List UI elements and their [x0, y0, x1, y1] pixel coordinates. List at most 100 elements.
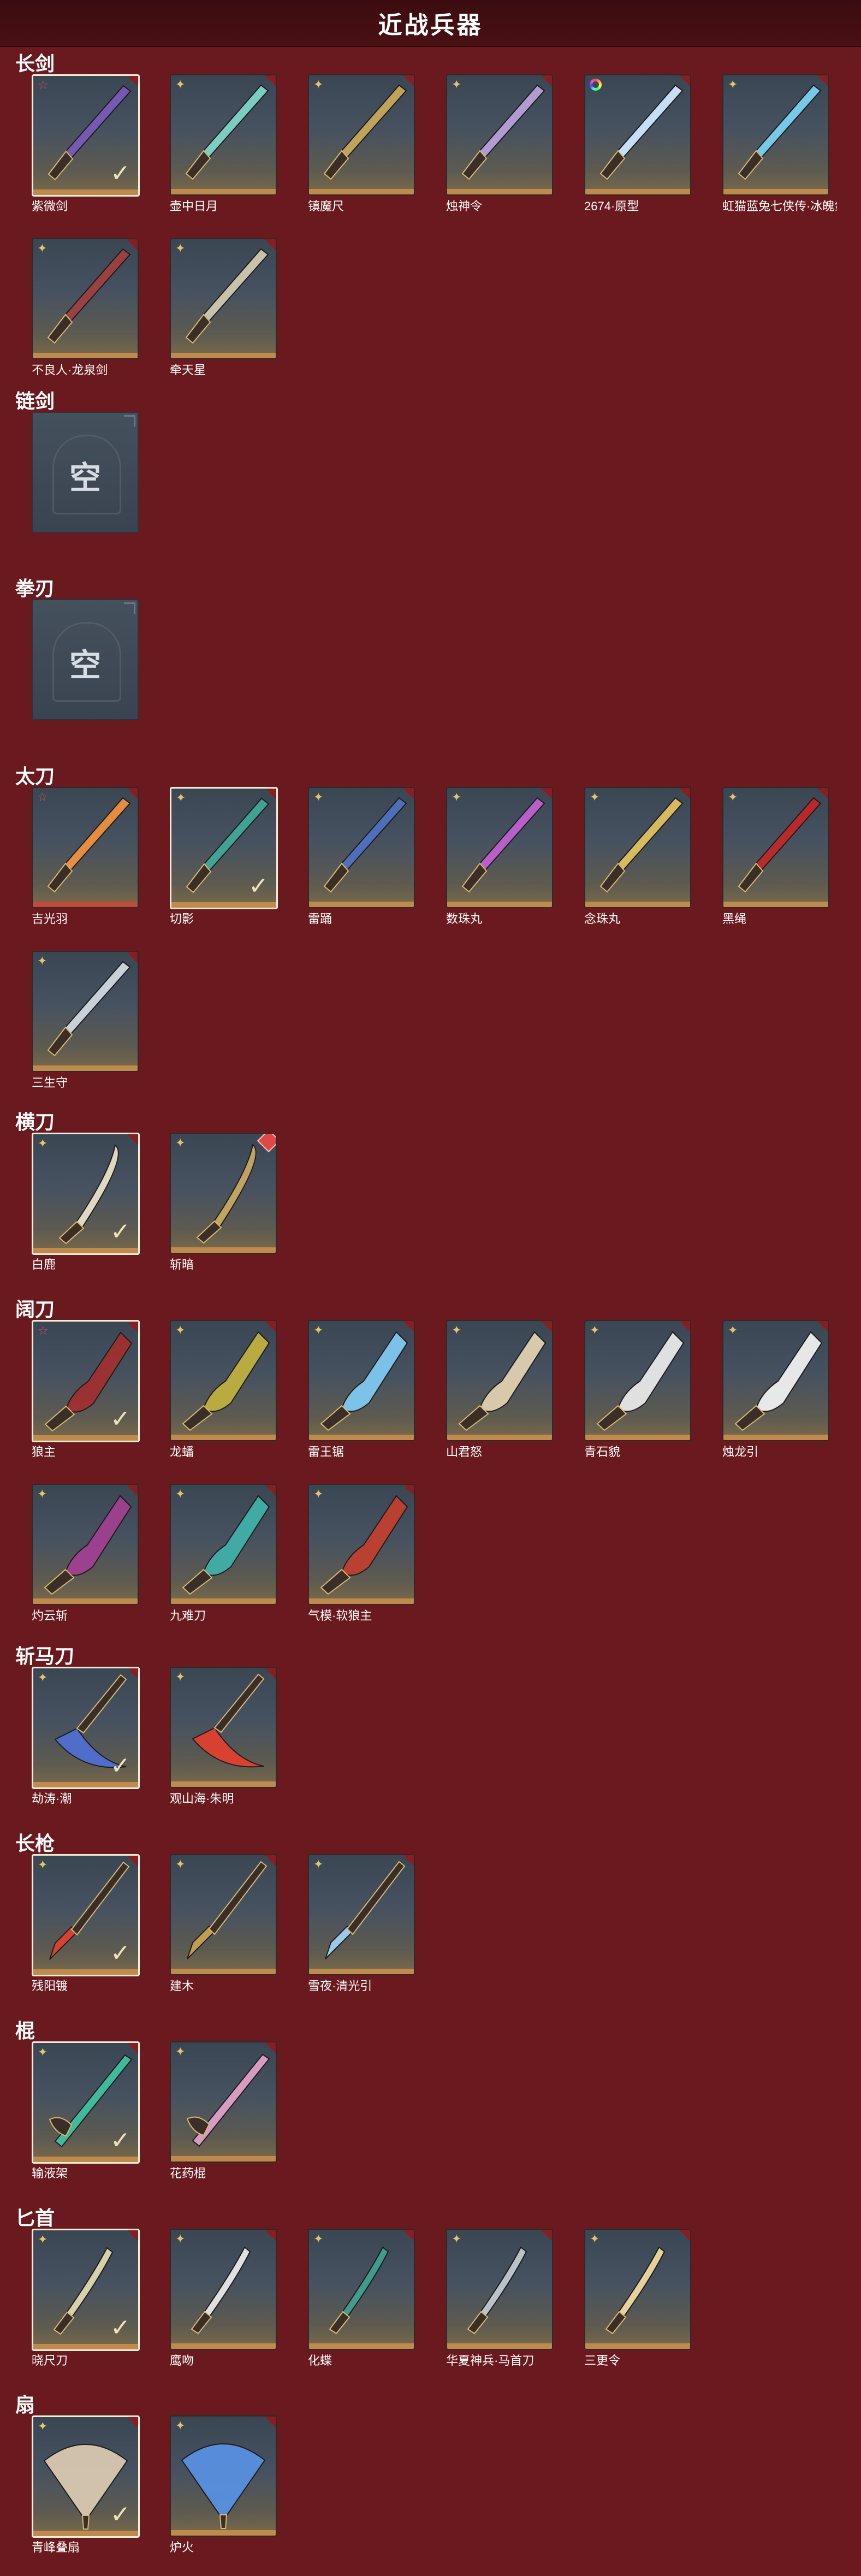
weapon-item[interactable]: ✦ ✓ 白鹿	[32, 1133, 140, 1275]
empty-slot[interactable]: 空	[32, 412, 139, 533]
weapon-card[interactable]: ✦	[170, 1484, 277, 1605]
weapon-card[interactable]: ✦	[446, 787, 553, 908]
weapon-card[interactable]: ✦	[308, 787, 415, 908]
weapon-card[interactable]: ✦	[170, 74, 277, 196]
weapon-item[interactable]: ✦ ✓ 晓尺刀	[32, 2229, 140, 2371]
corner-tab-icon	[817, 1321, 828, 1332]
weapon-item[interactable]: ✦ 龙蟠	[170, 1320, 277, 1462]
weapon-item[interactable]: ✦ 气模·软狼主	[308, 1484, 415, 1626]
weapon-card[interactable]: ✦ ✓	[32, 2041, 140, 2164]
gold-four-point-star-icon: ✦	[175, 241, 186, 255]
weapon-card[interactable]: ✦	[722, 1320, 829, 1441]
weapon-item[interactable]: ✦ 三更令	[584, 2229, 691, 2371]
rarity-bar	[447, 189, 552, 194]
category-title: 阔刀	[15, 1298, 55, 1320]
weapon-card[interactable]: ✦ ✓	[170, 787, 278, 909]
red-star-icon: ☆	[38, 1324, 49, 1337]
weapon-item[interactable]: ☆ ✓ 紫微剑	[32, 74, 140, 216]
weapon-item[interactable]: ✦ 华夏神兵·马首刀	[446, 2229, 553, 2371]
weapon-card[interactable]: ✦ ✓	[32, 1133, 140, 1255]
weapon-item[interactable]: ✦ 鹰吻	[170, 2229, 277, 2371]
weapon-card[interactable]: ✦	[170, 2041, 277, 2163]
weapon-card[interactable]: ✦ ✓	[32, 1667, 140, 1789]
weapon-card[interactable]: ✦	[308, 2229, 415, 2350]
weapon-card[interactable]: ✦	[584, 1320, 691, 1441]
weapon-card[interactable]: ✦	[722, 74, 829, 196]
weapon-item[interactable]: ✦ 炉火	[170, 2415, 277, 2557]
gold-four-point-star-icon: ✦	[38, 2045, 48, 2059]
weapon-item[interactable]: ✦ 青石貌	[584, 1320, 691, 1462]
weapon-item[interactable]: ✦ 雷踊	[308, 787, 415, 929]
weapon-card[interactable]: ✦	[170, 2415, 277, 2537]
weapon-card[interactable]: ✦	[170, 1320, 277, 1441]
weapon-item[interactable]: ✦ 雷王锯	[308, 1320, 415, 1462]
weapon-item[interactable]: ✦ 观山海·朱明	[170, 1667, 277, 1809]
weapon-item[interactable]: ☆ ✓ 狼主	[32, 1320, 140, 1462]
gold-four-point-star-icon: ✦	[175, 2045, 186, 2058]
weapon-card[interactable]: ✦	[308, 1484, 415, 1605]
weapon-card[interactable]: ☆ ✓	[32, 74, 140, 197]
weapon-card[interactable]: ✦	[32, 238, 139, 359]
weapon-card[interactable]: ✦	[170, 1854, 277, 1975]
sword-weapon-icon	[738, 84, 822, 180]
weapon-card[interactable]: ✦	[32, 1484, 139, 1605]
corner-tab-icon	[541, 2230, 552, 2241]
weapon-item[interactable]: ✦ 不良人·龙泉剑	[32, 238, 139, 380]
weapon-card[interactable]: ✦	[446, 2229, 553, 2350]
weapon-card[interactable]: ✦	[308, 74, 415, 196]
weapon-card[interactable]: ✦ ✓	[32, 2415, 140, 2538]
weapon-card[interactable]: ✦	[446, 1320, 553, 1441]
gold-four-point-star-icon: ✦	[175, 2419, 186, 2432]
weapon-item[interactable]: ✦ 数珠丸	[446, 787, 553, 929]
weapon-item[interactable]: ✦ 三生守	[32, 951, 139, 1093]
weapon-item[interactable]: ✦ 牵天星	[170, 238, 277, 380]
broad-weapon-icon	[458, 1331, 547, 1431]
weapon-item[interactable]: ✦ 壶中日月	[170, 74, 277, 216]
weapon-card[interactable]: ✦	[722, 787, 829, 908]
weapon-item[interactable]: ✦ 九难刀	[170, 1484, 277, 1626]
weapon-item[interactable]: ✦ 念珠丸	[584, 787, 691, 929]
weapon-card[interactable]: ✦	[584, 787, 691, 908]
weapon-card[interactable]: ✦ ✓	[32, 2229, 140, 2351]
weapon-item[interactable]: ✦ 虹猫蓝兔七侠传·冰魄剑	[722, 74, 837, 216]
weapon-card[interactable]: ✦	[32, 951, 139, 1072]
weapon-card[interactable]: ✦	[170, 2229, 277, 2350]
weapon-card[interactable]: ✦	[584, 2229, 691, 2350]
weapon-item[interactable]: ✦ 斩暗	[170, 1133, 277, 1275]
weapon-item[interactable]: ✦ 建木	[170, 1854, 277, 1996]
weapon-item[interactable]: ✦ 黑绳	[722, 787, 829, 929]
weapon-item[interactable]: ✦ 烛龙引	[722, 1320, 829, 1462]
weapon-item[interactable]: ✦ 雪夜·清光引	[308, 1854, 415, 1996]
weapon-card[interactable]: ✦	[308, 1854, 415, 1975]
weapon-item[interactable]: 空	[32, 599, 139, 741]
weapon-item[interactable]: ✦ ✓ 输液架	[32, 2041, 140, 2183]
weapon-card[interactable]: ☆ ✓	[32, 1320, 140, 1442]
weapon-item[interactable]: ✦ ✓ 青峰叠扇	[32, 2415, 140, 2557]
broad-weapon-icon	[320, 1331, 408, 1431]
broad-weapon-icon	[734, 1331, 823, 1431]
weapon-card[interactable]: ✦	[170, 1667, 277, 1788]
weapon-item[interactable]: 2674·原型	[584, 74, 691, 216]
dagger-weapon-icon	[191, 2246, 251, 2335]
weapon-item[interactable]: ✦ 镇魔尺	[308, 74, 415, 216]
weapon-item[interactable]: ✦ 山君怒	[446, 1320, 553, 1462]
weapon-item[interactable]: ✦ ✓ 切影	[170, 787, 278, 929]
weapon-card[interactable]: ✦	[170, 238, 277, 359]
weapon-card[interactable]	[584, 74, 691, 196]
weapon-item[interactable]: ✦ ✓ 残阳镀	[32, 1854, 140, 1996]
weapon-item[interactable]: ✦ 化蝶	[308, 2229, 415, 2371]
empty-slot[interactable]: 空	[32, 599, 139, 720]
weapon-card[interactable]: ✦	[308, 1320, 415, 1441]
category-title: 太刀	[15, 765, 55, 787]
weapon-card[interactable]: ☆	[32, 787, 139, 908]
weapon-item[interactable]: 空	[32, 412, 139, 554]
weapon-card[interactable]: ✦	[170, 1133, 277, 1254]
weapon-card[interactable]: ✦	[446, 74, 553, 196]
weapon-item[interactable]: ☆ 吉光羽	[32, 787, 139, 929]
gold-four-point-star-icon: ✦	[452, 1323, 462, 1337]
weapon-item[interactable]: ✦ ✓ 劫涛·潮	[32, 1667, 140, 1809]
weapon-card[interactable]: ✦ ✓	[32, 1854, 140, 1976]
weapon-item[interactable]: ✦ 烛神令	[446, 74, 553, 216]
weapon-item[interactable]: ✦ 花药棍	[170, 2041, 277, 2183]
weapon-item[interactable]: ✦ 灼云斩	[32, 1484, 139, 1626]
